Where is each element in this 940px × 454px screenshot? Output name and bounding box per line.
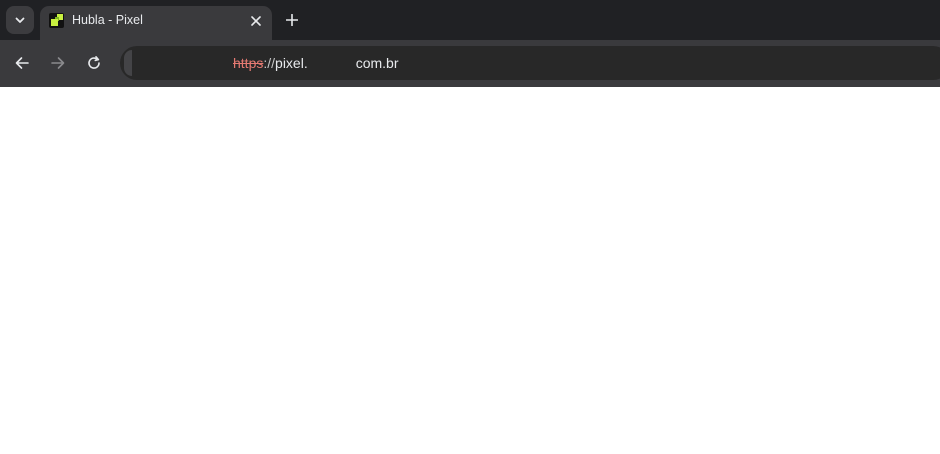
url-scheme: https	[233, 55, 264, 71]
reload-button[interactable]	[82, 51, 106, 75]
tab-close-button[interactable]	[247, 12, 265, 30]
url-host-prefix: pixel.	[275, 55, 308, 71]
browser-toolbar: https://pixel. com.br	[0, 40, 940, 87]
tab-active[interactable]: Hubla - Pixel	[40, 6, 272, 40]
tab-search-button[interactable]	[6, 6, 34, 34]
reload-icon	[88, 56, 100, 69]
url-text[interactable]: https://pixel. com.br	[233, 55, 399, 71]
site-info-chip[interactable]	[124, 50, 132, 76]
chevron-down-icon	[15, 17, 25, 23]
arrow-right-icon	[51, 57, 65, 69]
new-tab-button[interactable]	[281, 9, 303, 31]
arrow-left-icon	[15, 57, 29, 69]
close-icon	[251, 16, 261, 26]
browser-chrome: Hubla - Pixel https://pixel. com.br	[0, 0, 940, 87]
url-separator: ://	[263, 55, 276, 71]
address-bar[interactable]: https://pixel. com.br	[120, 46, 940, 80]
tab-title: Hubla - Pixel	[72, 13, 143, 27]
hubla-favicon-icon	[49, 13, 64, 28]
plus-icon	[286, 14, 298, 26]
forward-button[interactable]	[46, 51, 70, 75]
back-button[interactable]	[10, 51, 34, 75]
url-host-suffix: com.br	[355, 55, 399, 71]
tab-strip: Hubla - Pixel	[0, 0, 940, 40]
page-content	[0, 87, 940, 454]
